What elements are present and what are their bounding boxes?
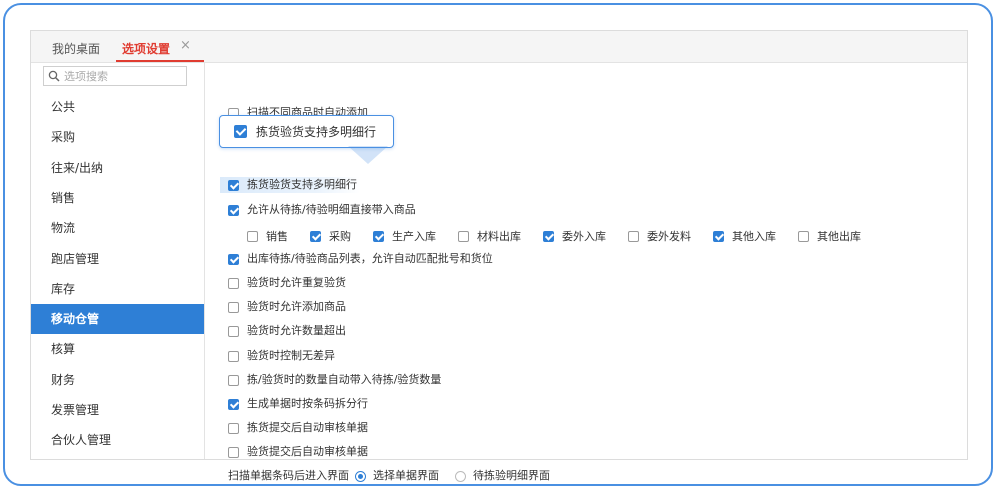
tab-option-settings[interactable]: 选项设置: [122, 40, 170, 57]
sidebar-item[interactable]: 销售: [31, 183, 204, 213]
option-row[interactable]: 验货时允许重复验货: [228, 275, 346, 291]
source-type-checkbox[interactable]: [628, 230, 639, 242]
sidebar-item[interactable]: 库存: [31, 274, 204, 304]
option-row[interactable]: 验货时允许添加商品: [228, 299, 346, 315]
option-checkbox[interactable]: [228, 350, 239, 362]
option-label: 拣货验货支持多明细行: [247, 178, 357, 191]
sidebar-item[interactable]: 往来/出纳: [31, 153, 204, 183]
option-row[interactable]: 验货提交后自动审核单据: [228, 444, 368, 460]
source-type-checkbox[interactable]: [713, 230, 724, 242]
active-tab-indicator: [116, 60, 204, 62]
scan-setting-choice-label: 选择单据界面: [373, 469, 439, 482]
sidebar-item[interactable]: 跑店管理: [31, 244, 204, 274]
source-type-option[interactable]: 材料出库: [458, 228, 521, 244]
options-window: 我的桌面 选项设置 × 公共采购往来/出纳销售物流跑店管理库存移动仓管核算财务发…: [30, 30, 968, 482]
callout-label: 拣货验货支持多明细行: [256, 125, 377, 139]
option-checkbox[interactable]: [228, 398, 239, 410]
option-checkbox[interactable]: [228, 374, 239, 386]
scan-setting-label: 扫描单据条码后进入界面: [228, 469, 349, 482]
source-type-label: 销售: [266, 230, 288, 243]
option-row[interactable]: 生成单据时按条码拆分行: [228, 396, 368, 412]
source-type-option[interactable]: 委外入库: [543, 228, 606, 244]
source-type-checkbox[interactable]: [458, 230, 469, 242]
option-checkbox[interactable]: [228, 301, 239, 313]
sidebar-item[interactable]: 采购: [31, 122, 204, 152]
search-input[interactable]: [64, 68, 182, 84]
option-label: 拣货提交后自动审核单据: [247, 421, 368, 434]
sidebar-item[interactable]: 财务: [31, 365, 204, 395]
source-type-label: 委外发料: [647, 230, 691, 243]
callout-pointer: [348, 146, 388, 164]
option-row[interactable]: 拣货验货支持多明细行: [228, 177, 357, 193]
source-type-label: 其他入库: [732, 230, 776, 243]
source-type-checkbox[interactable]: [543, 230, 554, 242]
source-type-option[interactable]: 其他出库: [798, 228, 861, 244]
sidebar: 公共采购往来/出纳销售物流跑店管理库存移动仓管核算财务发票管理合伙人管理: [31, 63, 205, 459]
option-row[interactable]: 拣/验货时的数量自动带入待拣/验货数量: [228, 372, 441, 388]
option-row[interactable]: 允许从待拣/待验明细直接带入商品: [228, 202, 416, 218]
sidebar-item[interactable]: 移动仓管: [31, 304, 204, 335]
source-type-option[interactable]: 销售: [247, 228, 288, 244]
source-type-checkbox[interactable]: [373, 230, 384, 242]
sidebar-item[interactable]: 物流: [31, 213, 204, 243]
sidebar-item[interactable]: 核算: [31, 334, 204, 364]
option-row[interactable]: 出库待拣/待验商品列表，允许自动匹配批号和货位: [228, 251, 493, 267]
source-type-checkbox[interactable]: [310, 230, 321, 242]
source-type-checkbox[interactable]: [247, 230, 258, 242]
option-checkbox[interactable]: [228, 446, 239, 458]
option-checkbox[interactable]: [228, 277, 239, 289]
option-row[interactable]: 验货时允许数量超出: [228, 323, 346, 339]
source-type-label: 其他出库: [817, 230, 861, 243]
option-label: 生成单据时按条码拆分行: [247, 397, 368, 410]
sidebar-item[interactable]: 合伙人管理: [31, 425, 204, 455]
tab-my-desktop[interactable]: 我的桌面: [52, 40, 100, 57]
scan-setting-radio[interactable]: [455, 470, 466, 482]
scan-setting-row: 扫描单据条码后进入界面 选择单据界面 待拣验明细界面: [228, 468, 550, 484]
option-label: 验货时允许添加商品: [247, 300, 346, 313]
source-type-label: 委外入库: [562, 230, 606, 243]
option-label: 验货时允许重复验货: [247, 276, 346, 289]
sidebar-item[interactable]: 公共: [31, 92, 204, 122]
source-type-option[interactable]: 生产入库: [373, 228, 436, 244]
search-icon: [48, 70, 60, 82]
source-document-types: 销售 采购 生产入库 材料出库 委外入库 委外发料 其他入库 其他出库: [247, 228, 861, 244]
scan-setting-choice-label: 待拣验明细界面: [473, 469, 550, 482]
option-checkbox[interactable]: [228, 179, 239, 191]
source-type-label: 生产入库: [392, 230, 436, 243]
option-label: 验货时控制无差异: [247, 349, 335, 362]
scan-setting-radio[interactable]: [355, 470, 366, 482]
option-label: 出库待拣/待验商品列表，允许自动匹配批号和货位: [247, 252, 493, 265]
source-type-option[interactable]: 其他入库: [713, 228, 776, 244]
zoom-callout: 拣货验货支持多明细行: [219, 115, 394, 148]
option-label: 验货时允许数量超出: [247, 324, 346, 337]
option-label: 拣/验货时的数量自动带入待拣/验货数量: [247, 373, 442, 386]
option-label: 允许从待拣/待验明细直接带入商品: [247, 203, 416, 216]
option-label: 验货提交后自动审核单据: [247, 445, 368, 458]
source-type-checkbox[interactable]: [798, 230, 809, 242]
tab-bar: 我的桌面 选项设置 ×: [31, 31, 967, 63]
option-checkbox[interactable]: [228, 325, 239, 337]
source-type-label: 材料出库: [477, 230, 521, 243]
source-type-option[interactable]: 采购: [310, 228, 351, 244]
source-type-label: 采购: [329, 230, 351, 243]
option-checkbox[interactable]: [228, 253, 239, 265]
tab-close-icon[interactable]: ×: [180, 38, 191, 53]
option-row[interactable]: 拣货提交后自动审核单据: [228, 420, 368, 436]
option-search-box[interactable]: [43, 66, 187, 86]
option-row[interactable]: 验货时控制无差异: [228, 348, 335, 364]
option-checkbox[interactable]: [228, 422, 239, 434]
sidebar-item[interactable]: 发票管理: [31, 395, 204, 425]
callout-checkbox: [234, 125, 247, 138]
source-type-option[interactable]: 委外发料: [628, 228, 691, 244]
option-checkbox[interactable]: [228, 204, 239, 216]
